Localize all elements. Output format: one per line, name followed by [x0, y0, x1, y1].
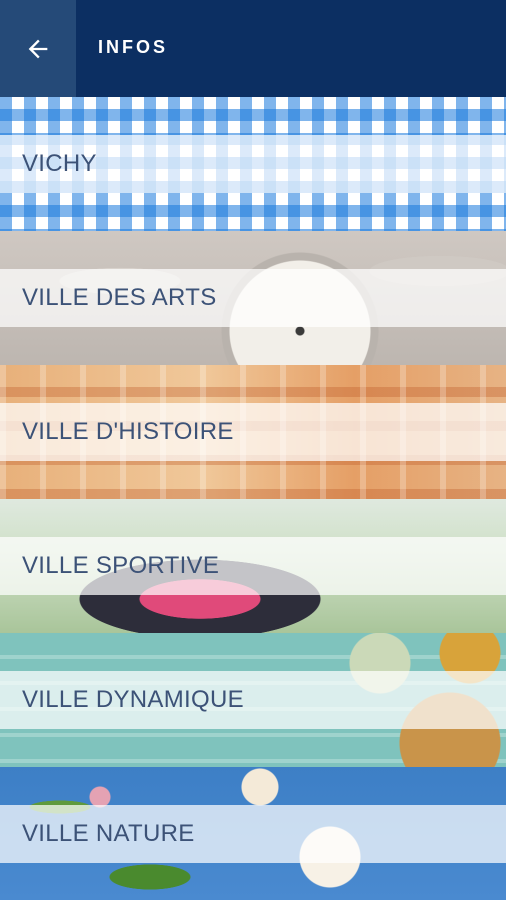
- page-title: INFOS: [98, 37, 169, 57]
- arrow-left-icon: [28, 39, 48, 58]
- list-item-label: VILLE NATURE: [22, 820, 195, 847]
- list-item-label: VILLE DES ARTS: [22, 284, 217, 311]
- back-button[interactable]: [0, 0, 76, 97]
- list-item-ville-sportive[interactable]: VILLE SPORTIVE: [0, 499, 506, 633]
- list-item-ville-histoire[interactable]: VILLE D'HISTOIRE: [0, 365, 506, 499]
- list-item-ville-nature[interactable]: VILLE NATURE: [0, 767, 506, 900]
- info-list: VICHY VILLE DES ARTS VILLE D'HISTOIRE VI…: [0, 97, 506, 900]
- list-item-ville-des-arts[interactable]: VILLE DES ARTS: [0, 231, 506, 365]
- list-item-label: VILLE D'HISTOIRE: [22, 418, 234, 445]
- app-bar: INFOS: [0, 0, 506, 97]
- list-item-label: VILLE SPORTIVE: [22, 552, 220, 579]
- list-item-ville-dynamique[interactable]: VILLE DYNAMIQUE: [0, 633, 506, 767]
- list-item-label: VILLE DYNAMIQUE: [22, 686, 244, 713]
- list-item-label: VICHY: [22, 150, 97, 177]
- list-item-vichy[interactable]: VICHY: [0, 97, 506, 231]
